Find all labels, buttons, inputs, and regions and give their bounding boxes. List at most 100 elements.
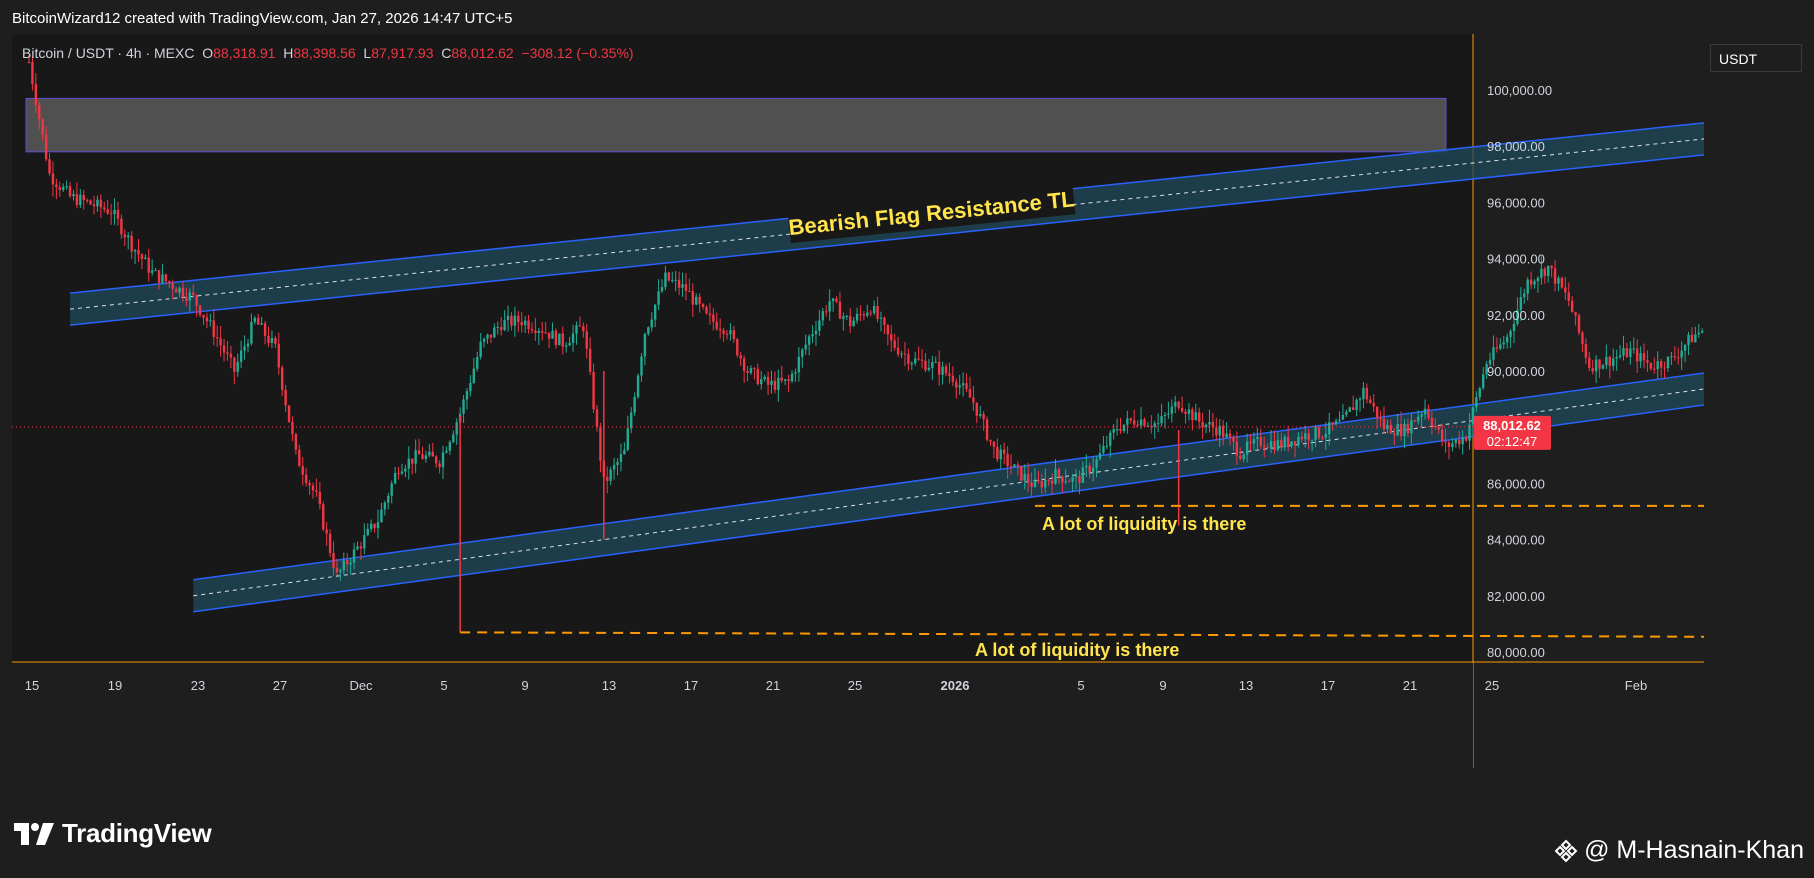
candle-body — [999, 449, 1002, 460]
candle-body — [787, 379, 790, 382]
candle-body — [1252, 439, 1256, 444]
candle-body — [1300, 436, 1304, 440]
footer: TradingView @ M-Hasnain-Khan — [0, 800, 1814, 878]
candle-body — [1447, 442, 1451, 447]
candle-body — [972, 397, 975, 403]
candle-body — [465, 391, 469, 400]
candle-body — [99, 199, 103, 208]
candle-body — [291, 422, 294, 435]
y-tick-label: 90,000.00 — [1487, 364, 1545, 379]
candle-body — [807, 336, 811, 345]
candle-body — [1625, 348, 1629, 358]
candle-body — [1673, 356, 1677, 358]
candle-body — [1482, 374, 1485, 389]
candle-body — [1406, 423, 1410, 434]
currency-button[interactable]: USDT — [1710, 44, 1802, 72]
candle-body — [1622, 348, 1625, 356]
candle-body — [1109, 432, 1112, 446]
x-tick-label: 9 — [521, 678, 528, 693]
tradingview-logo-text: TradingView — [62, 818, 212, 848]
candle-body — [715, 321, 718, 329]
candle-body — [664, 272, 667, 288]
candle-body — [1293, 441, 1297, 445]
candle-body — [1194, 412, 1197, 421]
candle-body — [1594, 359, 1598, 372]
candle-body — [1112, 429, 1115, 433]
header: BitcoinWizard12 created with TradingView… — [0, 0, 1814, 34]
candle-body — [944, 366, 948, 374]
candle-body — [127, 235, 130, 238]
symbol-label[interactable]: Bitcoin / USDT · 4h · MEXC — [22, 45, 194, 61]
candle-body — [760, 379, 763, 385]
candle-body — [1170, 406, 1174, 414]
candle-body — [96, 199, 99, 207]
candle-body — [1341, 414, 1345, 420]
candle-body — [845, 315, 848, 317]
candle-body — [1256, 437, 1259, 440]
candle-body — [1040, 480, 1044, 488]
candle-body — [383, 502, 387, 510]
candle-body — [1095, 459, 1098, 468]
candle-body — [1242, 454, 1245, 460]
candle-body — [387, 495, 390, 503]
candle-body — [1697, 332, 1700, 335]
x-tick-label: 25 — [848, 678, 862, 693]
candle-body — [373, 523, 376, 529]
candle-body — [438, 463, 441, 468]
candle-body — [195, 294, 198, 306]
price-chart[interactable]: Bearish Flag Resistance TL80,000.0082,00… — [12, 34, 1704, 768]
candle-body — [1221, 425, 1225, 438]
candle-body — [1529, 279, 1533, 285]
candle-body — [849, 315, 852, 327]
candle-body — [1362, 387, 1365, 400]
candle-body — [1290, 441, 1293, 447]
candle-body — [363, 535, 366, 549]
candle-body — [1639, 353, 1642, 362]
candle-body — [1536, 277, 1540, 282]
candle-body — [1440, 429, 1444, 442]
x-tick-label: 23 — [191, 678, 205, 693]
candle-body — [109, 213, 113, 215]
candle-body — [1033, 480, 1037, 487]
chart-area[interactable]: Bearish Flag Resistance TL 80,000.00 82,00… — [12, 34, 1704, 768]
candle-body — [79, 194, 82, 206]
candle-body — [742, 358, 746, 371]
candle-body — [1389, 424, 1393, 434]
candle-body — [1286, 436, 1290, 447]
candle-body — [643, 333, 647, 357]
candle-body — [804, 344, 807, 350]
x-tick-label: 5 — [1077, 678, 1084, 693]
candle-body — [1629, 348, 1632, 358]
last-price-tag-price: 88,012.62 — [1483, 418, 1541, 433]
candle-body — [1143, 419, 1146, 427]
author-credit-text: @ M-Hasnain-Khan — [1584, 836, 1804, 864]
candle-body — [489, 334, 493, 338]
close-label: C — [441, 45, 452, 61]
candle-body — [1321, 437, 1324, 439]
candle-body — [1581, 332, 1584, 344]
tradingview-logo[interactable]: TradingView — [14, 818, 212, 849]
candle-body — [1126, 418, 1129, 425]
candle-body — [1153, 423, 1156, 427]
candle-body — [1054, 469, 1057, 484]
y-tick-label: 84,000.00 — [1487, 533, 1545, 548]
candle-body — [1495, 347, 1499, 349]
candle-body — [58, 187, 61, 190]
candle-body — [763, 376, 766, 380]
candle-body — [523, 320, 527, 326]
candle-body — [1444, 441, 1447, 443]
candle-body — [1307, 433, 1310, 441]
candle-body — [55, 184, 58, 188]
candle-body — [205, 317, 209, 322]
candle-body — [85, 200, 89, 202]
candle-body — [301, 466, 304, 475]
candle-body — [1174, 401, 1177, 407]
candle-body — [150, 270, 154, 273]
candle-body — [725, 333, 729, 335]
y-tick-label: 80,000.00 — [1487, 645, 1545, 660]
candle-body — [455, 422, 458, 435]
candle-body — [68, 186, 72, 197]
candle-body — [1263, 445, 1266, 448]
open-value: 88,318.91 — [213, 45, 276, 61]
candle-body — [1208, 421, 1211, 425]
